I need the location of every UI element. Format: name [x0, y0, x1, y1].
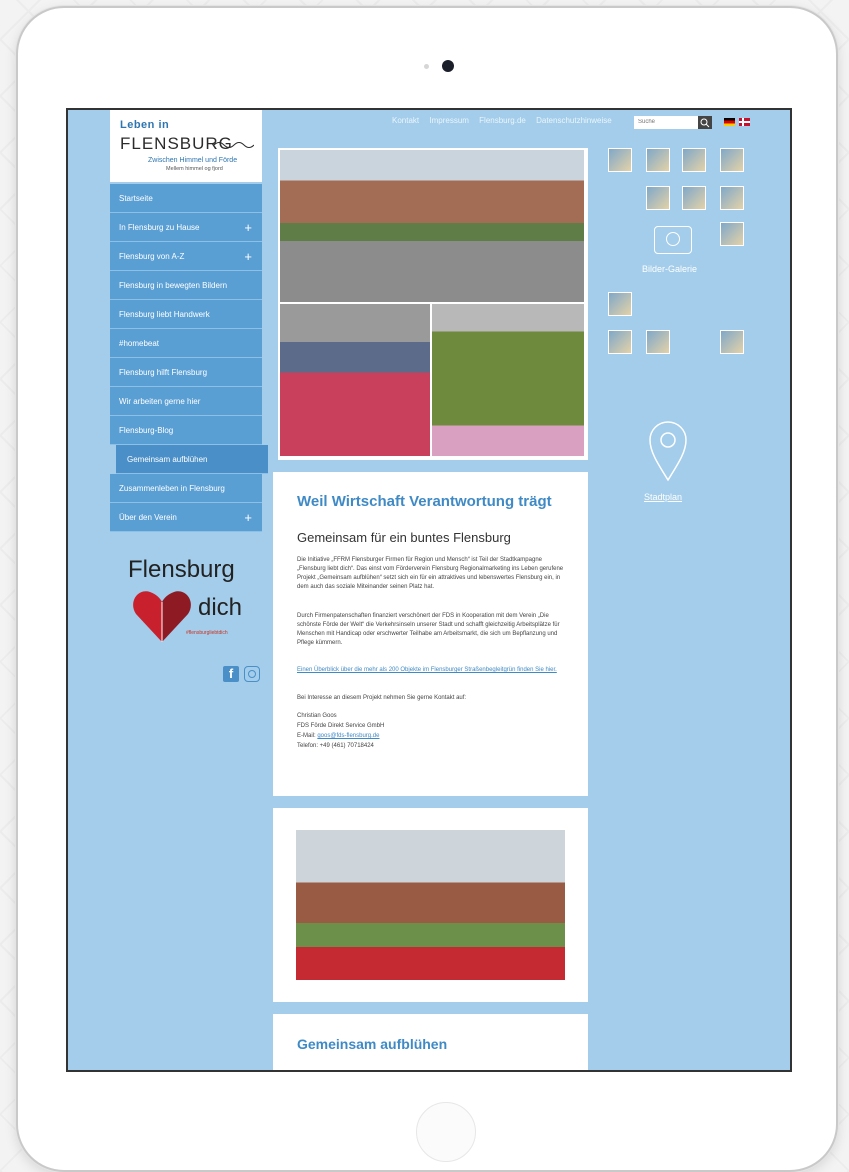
- logo-tagline: Zwischen Himmel und Förde: [148, 157, 238, 164]
- nav-label: In Flensburg zu Hause: [119, 223, 200, 232]
- gallery-thumbnail[interactable]: [646, 148, 670, 172]
- nav-label: Flensburg hilft Flensburg: [119, 368, 208, 377]
- gallery-thumbnail[interactable]: [682, 148, 706, 172]
- article-card: Weil Wirtschaft Verantwortung trägt Geme…: [273, 472, 588, 796]
- top-link-impressum[interactable]: Impressum: [429, 116, 469, 125]
- camera-icon[interactable]: [654, 226, 692, 254]
- nav-label: Wir arbeiten gerne hier: [119, 397, 201, 406]
- hero-collage: [278, 148, 588, 460]
- nav-item-arbeiten[interactable]: Wir arbeiten gerne hier: [110, 387, 262, 416]
- nav-label: Flensburg-Blog: [119, 426, 174, 435]
- email-link[interactable]: goos@fds-flensburg.de: [317, 733, 379, 739]
- email-label: E-Mail:: [297, 733, 316, 739]
- site-logo[interactable]: Leben in FLENSBURG Zwischen Himmel und F…: [110, 110, 262, 182]
- nav-item-zusammenleben[interactable]: Zusammenleben in Flensburg: [110, 474, 262, 503]
- expand-icon[interactable]: +: [244, 242, 252, 271]
- contact-company: FDS Förde Direkt Service GmbH: [297, 723, 385, 729]
- nav-label: Startseite: [119, 194, 153, 203]
- search-input[interactable]: [634, 116, 698, 129]
- gallery-thumbnail[interactable]: [646, 330, 670, 354]
- street-photo: [280, 150, 584, 302]
- wave-icon: [214, 142, 254, 148]
- website-screen: Leben in FLENSBURG Zwischen Himmel und F…: [66, 108, 792, 1072]
- article-paragraph: Durch Firmenpatenschaften finanziert ver…: [297, 613, 560, 646]
- article-paragraph: Die Initiative „FFRM Flensburger Firmen …: [297, 557, 564, 590]
- article-subtitle: Gemeinsam für ein buntes Flensburg: [297, 530, 511, 545]
- stadtplan-link[interactable]: Stadtplan: [644, 492, 682, 502]
- nav-label: Über den Verein: [119, 513, 177, 522]
- sensor-dot: [424, 64, 429, 69]
- nav-label: #homebeat: [119, 339, 160, 348]
- nav-item-hilft[interactable]: Flensburg hilft Flensburg: [110, 358, 262, 387]
- home-button[interactable]: [416, 1102, 476, 1162]
- top-link-datenschutz[interactable]: Datenschutzhinweise: [536, 116, 612, 125]
- nav-item-zu-hause[interactable]: In Flensburg zu Hause +: [110, 213, 262, 242]
- front-camera: [442, 60, 454, 72]
- nav-item-startseite[interactable]: Startseite: [110, 184, 262, 213]
- expand-icon[interactable]: +: [244, 213, 252, 242]
- expand-icon[interactable]: +: [244, 503, 252, 532]
- gallery-thumbnail[interactable]: [646, 186, 670, 210]
- gallery-thumbnail[interactable]: [682, 186, 706, 210]
- gallery-link[interactable]: Bilder-Galerie: [642, 264, 697, 274]
- flowerbed-photo: [280, 304, 430, 456]
- danish-flag-icon[interactable]: [739, 118, 750, 126]
- nav-label: Flensburg von A-Z: [119, 252, 185, 261]
- search-icon: [700, 118, 710, 128]
- campaign-word1: Flensburg: [128, 556, 235, 583]
- nav-label: Zusammenleben in Flensburg: [119, 484, 225, 493]
- nav-item-blog[interactable]: Flensburg-Blog: [110, 416, 262, 445]
- nav-item-homebeat[interactable]: #homebeat: [110, 329, 262, 358]
- article-overview-link[interactable]: Einen Überblick über die mehr als 200 Ob…: [297, 666, 569, 675]
- nav-item-verein[interactable]: Über den Verein +: [110, 503, 262, 532]
- gallery-thumbnail[interactable]: [720, 222, 744, 246]
- heart-icon: [133, 591, 191, 642]
- gallery-thumbnail[interactable]: [608, 148, 632, 172]
- gardener-photo: [296, 830, 565, 980]
- sidebar-nav: Startseite In Flensburg zu Hause + Flensb…: [110, 184, 268, 532]
- photo-card: [273, 808, 588, 1002]
- nav-item-aufbluehen[interactable]: Gemeinsam aufblühen: [116, 445, 268, 474]
- gallery-thumbnail[interactable]: [720, 148, 744, 172]
- gallery-thumbnail[interactable]: [608, 292, 632, 316]
- german-flag-icon[interactable]: [724, 118, 735, 126]
- nav-label: Gemeinsam aufblühen: [127, 455, 208, 464]
- gallery-thumbnail[interactable]: [720, 330, 744, 354]
- top-links: Kontakt Impressum Flensburg.de Datenschu…: [392, 116, 620, 125]
- nav-label: Flensburg liebt Handwerk: [119, 310, 210, 319]
- top-link-flensburg-de[interactable]: Flensburg.de: [479, 116, 526, 125]
- sponsors-card: Gemeinsam aufblühen: [273, 1014, 588, 1070]
- logo-tagline-dk: Mellem himmel og fjord: [166, 166, 223, 172]
- article-paragraph: Bei Interesse an diesem Projekt nehmen S…: [297, 695, 467, 701]
- facebook-icon[interactable]: f: [223, 666, 239, 682]
- contact-phone: Telefon: +49 (461) 70718424: [297, 743, 374, 749]
- nav-item-bewegte-bilder[interactable]: Flensburg in bewegten Bildern: [110, 271, 262, 300]
- nav-item-a-z[interactable]: Flensburg von A-Z +: [110, 242, 262, 271]
- logo-line1: Leben in: [120, 119, 170, 131]
- nav-item-handwerk[interactable]: Flensburg liebt Handwerk: [110, 300, 262, 329]
- planting-photo: [432, 304, 584, 456]
- gallery-thumbnail[interactable]: [608, 330, 632, 354]
- top-link-kontakt[interactable]: Kontakt: [392, 116, 419, 125]
- contact-name: Christian Goos: [297, 713, 337, 719]
- article-title: Weil Wirtschaft Verantwortung trägt: [297, 493, 552, 510]
- search-button[interactable]: [698, 116, 712, 129]
- nav-label: Flensburg in bewegten Bildern: [119, 281, 228, 290]
- instagram-icon[interactable]: [244, 666, 260, 682]
- sponsors-title: Gemeinsam aufblühen: [297, 1036, 448, 1052]
- contact-email-row: E-Mail: goos@fds-flensburg.de: [297, 732, 569, 741]
- gallery-thumbnail[interactable]: [720, 186, 744, 210]
- campaign-word2: dich: [198, 594, 243, 621]
- map-pin-icon[interactable]: [648, 420, 688, 482]
- campaign-hashtag: #flensburgliebtdich: [186, 630, 228, 636]
